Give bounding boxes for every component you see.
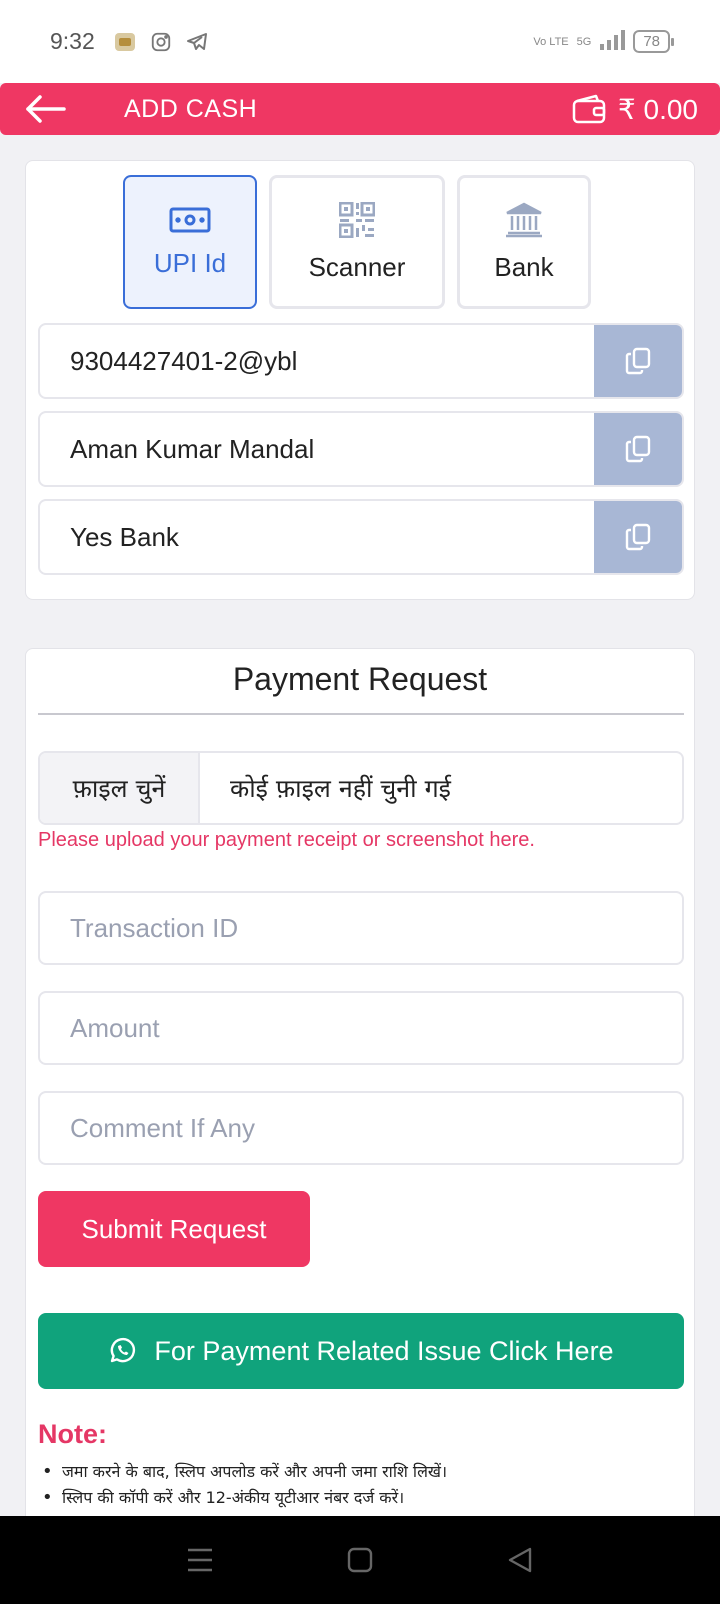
wallet-balance[interactable]: ₹ 0.00: [572, 93, 698, 126]
tab-bank[interactable]: Bank: [457, 175, 591, 309]
note-item: जमा करने के बाद, स्लिप अपलोड करें और अपन…: [38, 1459, 678, 1485]
note-list: जमा करने के बाद, स्लिप अपलोड करें और अपन…: [38, 1459, 678, 1511]
account-name-row: Aman Kumar Mandal: [38, 411, 684, 487]
title-divider: [38, 713, 684, 715]
file-picker: फ़ाइल चुनें कोई फ़ाइल नहीं चुनी गई: [38, 751, 684, 825]
system-back-button[interactable]: [500, 1540, 540, 1580]
copy-icon: [625, 523, 651, 551]
submit-request-button[interactable]: Submit Request: [38, 1191, 310, 1267]
tab-label: Scanner: [308, 251, 406, 282]
payment-request-card: Payment Request फ़ाइल चुनें कोई फ़ाइल नह…: [25, 648, 695, 1604]
payment-support-button[interactable]: For Payment Related Issue Click Here: [38, 1313, 684, 1389]
support-label: For Payment Related Issue Click Here: [154, 1335, 614, 1366]
bank-name-value: Yes Bank: [70, 521, 179, 552]
copy-icon: [625, 435, 651, 463]
upi-id-value: 9304427401-2@ybl: [70, 345, 298, 376]
cash-icon: [169, 207, 211, 232]
tab-upi-id[interactable]: UPI Id: [123, 175, 257, 309]
wallet-icon: [572, 94, 606, 124]
payment-request-title: Payment Request: [232, 661, 488, 697]
file-status: कोई फ़ाइल नहीं चुनी गई: [230, 774, 451, 803]
copy-upi-id-button[interactable]: [594, 325, 682, 397]
tab-label: UPI Id: [153, 247, 227, 278]
qr-code-icon: [339, 201, 375, 238]
home-square-icon: [347, 1547, 373, 1573]
status-time: 9:32: [50, 28, 95, 54]
battery-icon: 78: [633, 30, 674, 53]
status-bar: 9:32 Vo LTE 5G 78: [0, 0, 720, 83]
signal-icon: [599, 30, 626, 53]
upi-id-row: 9304427401-2@ybl: [38, 323, 684, 399]
choose-file-button[interactable]: फ़ाइल चुनें: [40, 753, 200, 823]
bank-icon: [506, 202, 542, 237]
payment-details-card: UPI Id Scanner Bank 9304427401-2@ybl Ama…: [25, 160, 695, 600]
tab-label: Bank: [494, 251, 554, 282]
transaction-id-input[interactable]: [38, 891, 684, 965]
home-button[interactable]: [340, 1540, 380, 1580]
note-item: स्लिप की कॉपी करें और 12-अंकीय यूटीआर नं…: [38, 1485, 678, 1511]
payment-method-tabs: UPI Id Scanner Bank: [123, 175, 591, 309]
back-triangle-icon: [508, 1547, 532, 1573]
comment-input[interactable]: [38, 1091, 684, 1165]
note-title: Note:: [38, 1419, 107, 1449]
whatsapp-icon: [111, 1337, 136, 1363]
copy-bank-name-button[interactable]: [594, 501, 682, 573]
game-app-icon: [113, 30, 137, 54]
network-type: 5G: [576, 35, 592, 48]
back-button[interactable]: [0, 83, 90, 135]
bank-name-row: Yes Bank: [38, 499, 684, 575]
recents-button[interactable]: [180, 1540, 220, 1580]
app-header: ADD CASH ₹ 0.00: [0, 83, 720, 135]
copy-account-name-button[interactable]: [594, 413, 682, 485]
tab-scanner[interactable]: Scanner: [269, 175, 445, 309]
account-name-value: Aman Kumar Mandal: [70, 433, 315, 464]
menu-icon: [188, 1548, 212, 1572]
page-title: ADD CASH: [124, 94, 258, 123]
telegram-icon: [185, 30, 209, 54]
instagram-icon: [149, 30, 173, 54]
amount-input[interactable]: [38, 991, 684, 1065]
copy-icon: [625, 347, 651, 375]
upload-hint: Please upload your payment receipt or sc…: [38, 829, 535, 851]
system-nav-bar: [0, 1516, 720, 1604]
volte-indicator: Vo LTE: [533, 35, 569, 48]
back-arrow-icon: [26, 95, 66, 123]
balance-amount: ₹ 0.00: [617, 93, 698, 125]
